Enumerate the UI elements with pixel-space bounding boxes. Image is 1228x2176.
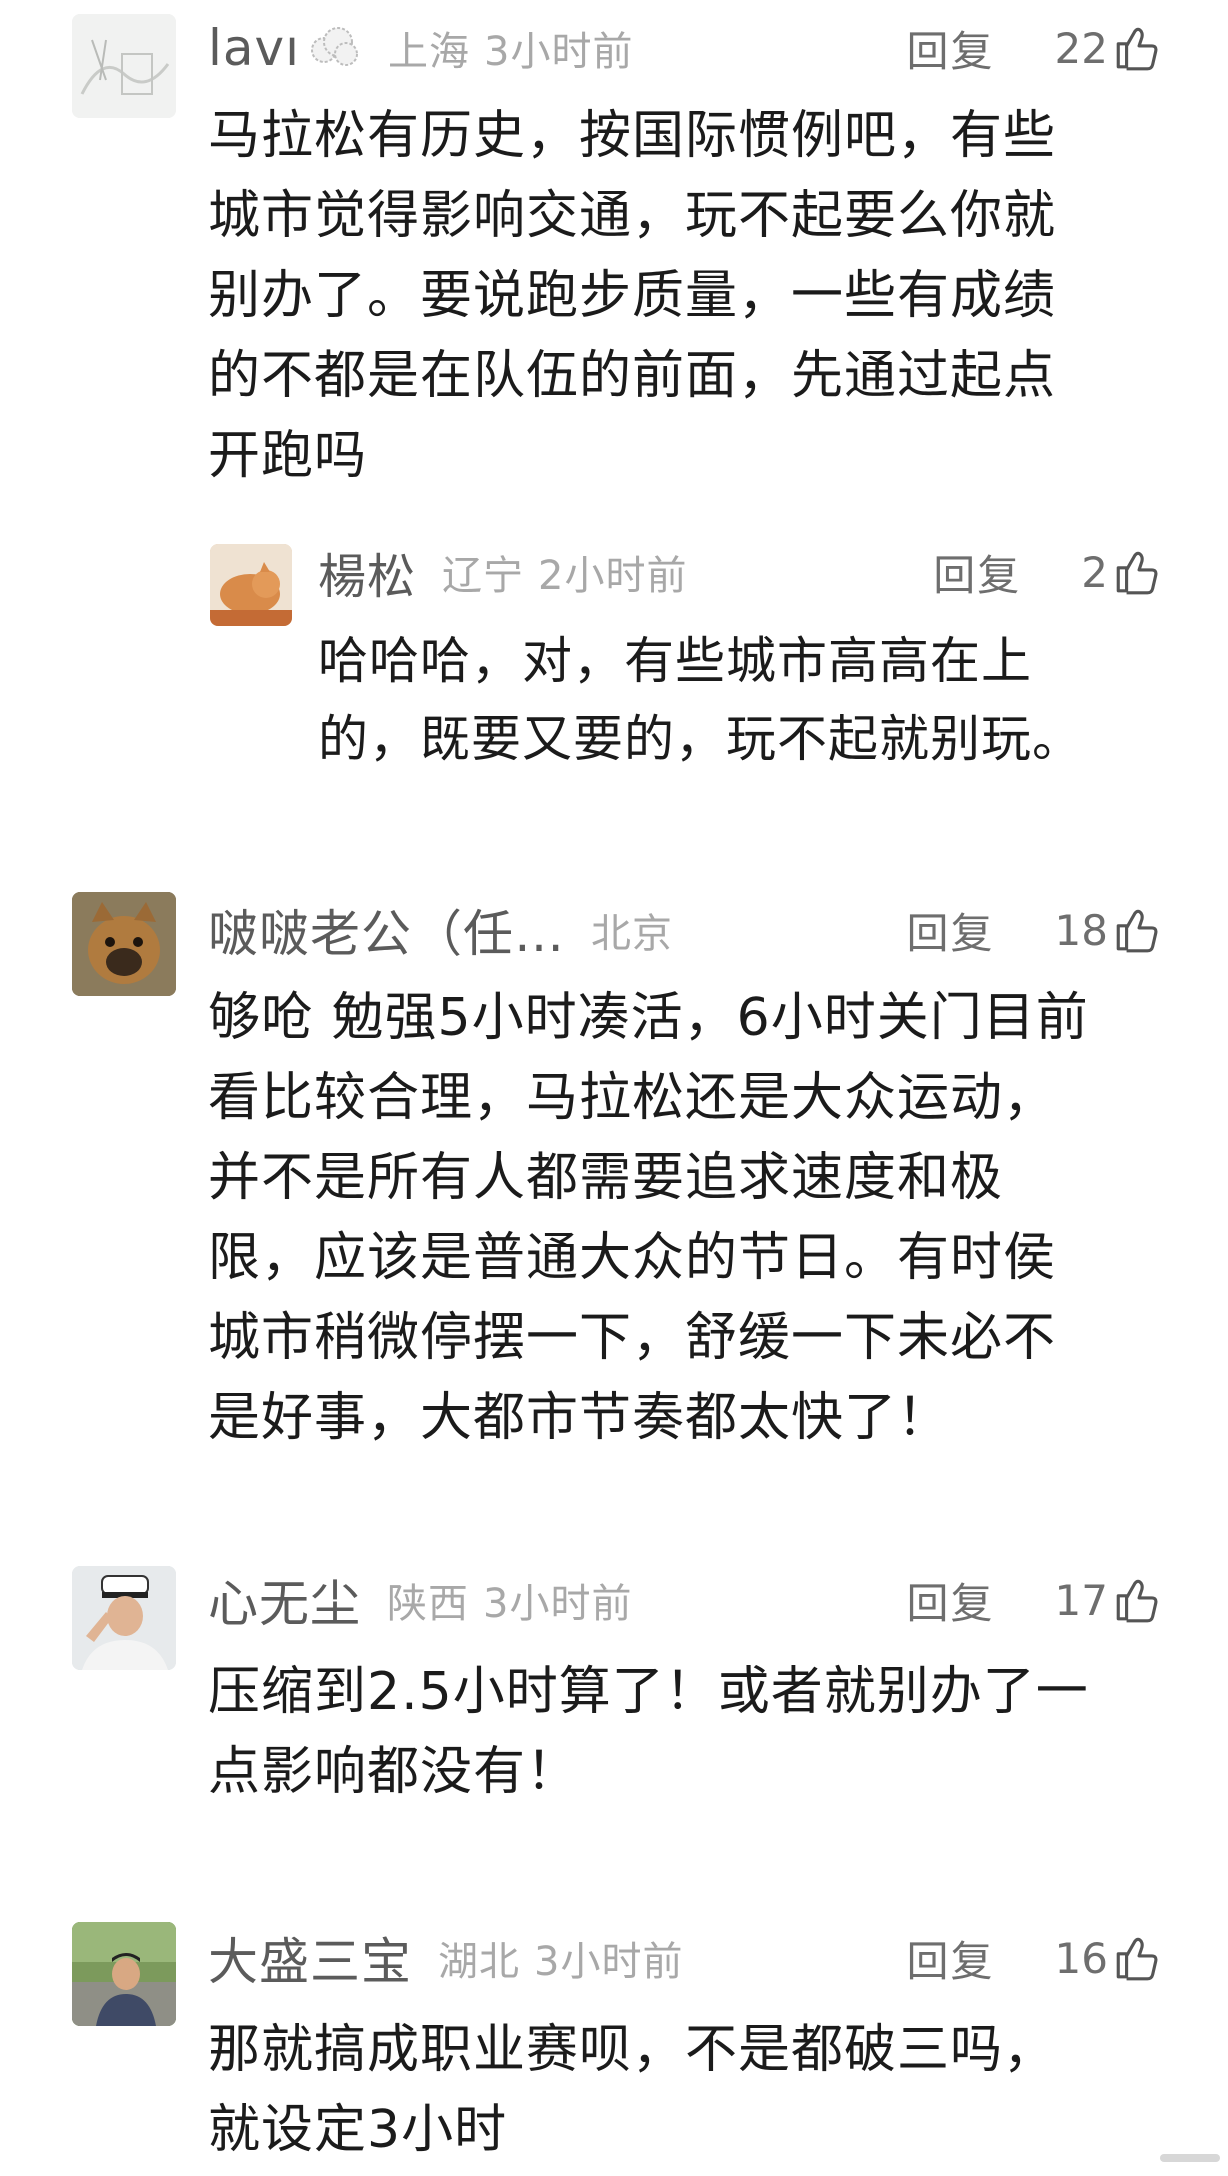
region: 上海 xyxy=(388,29,471,75)
region: 陕西 xyxy=(387,1581,469,1627)
comment-meta: 陕西 3小时前 xyxy=(387,1571,632,1629)
comment-text-line: 看比较合理，马拉松还是大众运动， xyxy=(208,1068,1057,1128)
reply-button[interactable]: 回复 xyxy=(907,18,995,79)
like-count: 17 xyxy=(1054,1575,1108,1625)
reply-button[interactable]: 回复 xyxy=(907,1928,995,1989)
like-count: 16 xyxy=(1054,1933,1108,1983)
avatar[interactable] xyxy=(72,14,176,118)
region: 湖北 xyxy=(438,1939,520,1985)
timestamp: 3小时前 xyxy=(534,1939,684,1985)
comment-text-line: 哈哈哈，对，有些城市高高在上 xyxy=(318,632,1032,690)
comment-text-line: 别办了。要说跑步质量，一些有成绩 xyxy=(208,266,1057,326)
timestamp: 2小时前 xyxy=(538,553,688,599)
reply-button[interactable]: 回复 xyxy=(907,900,995,961)
comment-text-line: 是好事，大都市节奏都太快了！ xyxy=(208,1388,951,1448)
comment-text-line: 并不是所有人都需要追求速度和极 xyxy=(208,1148,1004,1208)
like-count: 2 xyxy=(1081,547,1108,597)
timestamp: 3小时前 xyxy=(483,1581,633,1627)
comment-text-line: 点影响都没有！ xyxy=(208,1742,580,1802)
comment-text-line: 那就搞成职业赛呗，不是都破三吗， xyxy=(208,2020,1057,2080)
thumbs-up-icon[interactable] xyxy=(1112,1575,1162,1625)
timestamp: 3小时前 xyxy=(484,29,634,75)
thumbs-up-icon[interactable] xyxy=(1112,1933,1162,1983)
comment-meta: 湖北 3小时前 xyxy=(438,1929,683,1987)
like-count: 22 xyxy=(1054,23,1108,73)
avatar[interactable] xyxy=(72,892,176,996)
comment-text-line: 的，既要又要的，玩不起就别玩。 xyxy=(318,710,1083,768)
comment-text-line: 开跑吗 xyxy=(208,426,368,486)
comment-text-line: 城市稍微停摆一下，舒缓一下未必不 xyxy=(208,1308,1057,1368)
comment-meta: 辽宁 2小时前 xyxy=(442,543,687,601)
comment-text-line: 压缩到2.5小时算了！或者就别办了一 xyxy=(208,1662,1089,1722)
reply-button[interactable]: 回复 xyxy=(907,1570,995,1631)
comment-text-line: 城市觉得影响交通，玩不起要么你就 xyxy=(208,186,1057,246)
like-count: 18 xyxy=(1054,905,1108,955)
cloud-icon xyxy=(306,22,362,74)
thumbs-up-icon[interactable] xyxy=(1112,547,1162,597)
username[interactable]: 大盛三宝 xyxy=(208,1922,412,1994)
comment-text-line: 马拉松有历史，按国际惯例吧，有些 xyxy=(208,106,1057,166)
comment-text-line: 够呛 勉强5小时凑活，6小时关门目前 xyxy=(208,988,1089,1048)
thumbs-up-icon[interactable] xyxy=(1112,905,1162,955)
avatar[interactable] xyxy=(72,1566,176,1670)
comment-meta: 上海 3小时前 xyxy=(388,19,633,77)
avatar[interactable] xyxy=(72,1922,176,2026)
username[interactable]: 啵啵老公（任… xyxy=(208,894,565,966)
comment-text-line: 限，应该是普通大众的节日。有时侯 xyxy=(208,1228,1057,1288)
comment-meta: 北京 xyxy=(591,901,673,959)
avatar[interactable] xyxy=(210,544,292,626)
comment-text-line: 就设定3小时 xyxy=(208,2100,508,2160)
reply-button[interactable]: 回复 xyxy=(933,542,1021,603)
username[interactable]: lavı xyxy=(208,19,300,77)
comment-text-line: 的不都是在队伍的前面，先通过起点 xyxy=(208,346,1057,406)
username[interactable]: 心无尘 xyxy=(208,1564,361,1636)
scrollbar[interactable] xyxy=(1160,2154,1220,2162)
username[interactable]: 楊松 xyxy=(318,537,416,607)
region: 北京 xyxy=(591,911,673,957)
thumbs-up-icon[interactable] xyxy=(1112,23,1162,73)
region: 辽宁 xyxy=(442,553,525,599)
